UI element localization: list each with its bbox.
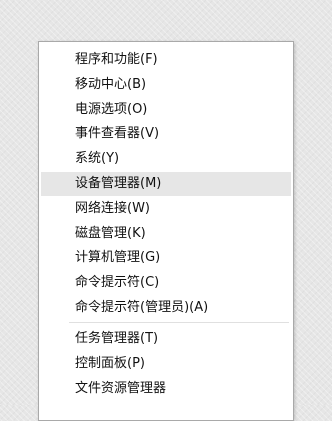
menu-item-command-prompt[interactable]: 命令提示符(C) (39, 271, 293, 295)
menu-item-power-options[interactable]: 电源选项(O) (39, 98, 293, 122)
menu-item-programs-features[interactable]: 程序和功能(F) (39, 48, 293, 72)
menu-item-file-explorer[interactable]: 文件资源管理器 (39, 377, 293, 401)
menu-item-mobility-center[interactable]: 移动中心(B) (39, 73, 293, 97)
menu-item-control-panel[interactable]: 控制面板(P) (39, 352, 293, 376)
menu-item-computer-management[interactable]: 计算机管理(G) (39, 246, 293, 270)
menu-item-command-prompt-admin[interactable]: 命令提示符(管理员)(A) (39, 296, 293, 320)
menu-separator (69, 322, 289, 323)
menu-item-event-viewer[interactable]: 事件查看器(V) (39, 122, 293, 146)
menu-item-network-connections[interactable]: 网络连接(W) (39, 197, 293, 221)
context-menu: 程序和功能(F) 移动中心(B) 电源选项(O) 事件查看器(V) 系统(Y) … (38, 41, 294, 421)
menu-item-disk-management[interactable]: 磁盘管理(K) (39, 222, 293, 246)
menu-item-device-manager[interactable]: 设备管理器(M) (41, 172, 291, 196)
menu-item-system[interactable]: 系统(Y) (39, 147, 293, 171)
menu-item-task-manager[interactable]: 任务管理器(T) (39, 327, 293, 351)
